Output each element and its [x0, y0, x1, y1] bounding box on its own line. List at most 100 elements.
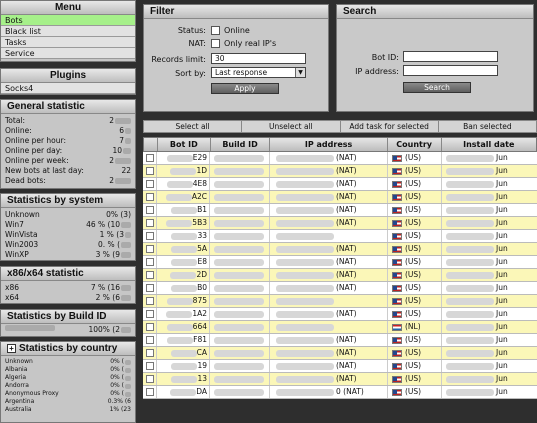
bot-id-cell[interactable]: E29	[157, 152, 210, 164]
row-checkbox[interactable]	[146, 219, 154, 227]
bot-id-cell[interactable]: F81	[157, 334, 210, 346]
table-row[interactable]: 1D (NAT) (US) Jun	[143, 165, 537, 178]
table-row[interactable]: 1A2 (NAT) (US) Jun	[143, 308, 537, 321]
table-row[interactable]: CA (NAT) (US) Jun	[143, 347, 537, 360]
bot-id-cell[interactable]: B0	[157, 282, 210, 294]
ip-address-header[interactable]: IP address	[270, 138, 388, 151]
country-cell: (US)	[388, 347, 442, 359]
filter-panel: Filter Status: Online NAT: Only real IP'…	[143, 4, 329, 112]
bot-id-cell[interactable]: 1A2	[157, 308, 210, 320]
ip-address-cell: (NAT)	[270, 178, 388, 190]
bot-id-cell[interactable]: 2D	[157, 269, 210, 281]
bot-id-cell[interactable]: 664	[157, 321, 210, 333]
table-row[interactable]: 13 (NAT) (US) Jun	[143, 373, 537, 386]
row-checkbox[interactable]	[146, 245, 154, 253]
sort-by-select[interactable]: Last response ▼	[211, 67, 306, 78]
expand-icon[interactable]: +	[7, 344, 16, 353]
country-cell: (US)	[388, 152, 442, 164]
row-checkbox[interactable]	[146, 388, 154, 396]
bot-id-cell[interactable]: 13	[157, 373, 210, 385]
row-checkbox[interactable]	[146, 336, 154, 344]
table-row[interactable]: E8 (NAT) (US) Jun	[143, 256, 537, 269]
menu-title: Menu	[1, 1, 135, 15]
row-checkbox[interactable]	[146, 362, 154, 370]
row-checkbox[interactable]	[146, 375, 154, 383]
apply-button[interactable]: Apply	[211, 83, 279, 94]
table-row[interactable]: F81 (NAT) (US) Jun	[143, 334, 537, 347]
table-row[interactable]: 33 (US) Jun	[143, 230, 537, 243]
table-row[interactable]: A2C (NAT) (US) Jun	[143, 191, 537, 204]
table-row[interactable]: 5A (NAT) (US) Jun	[143, 243, 537, 256]
stat-row: Online per week: 2	[1, 156, 135, 166]
table-row[interactable]: 4E8 (NAT) (US) Jun	[143, 178, 537, 191]
menu-item-black-list[interactable]: Black list	[1, 26, 135, 37]
row-checkbox[interactable]	[146, 206, 154, 214]
table-row[interactable]: 5B3 (NAT) (US) Jun	[143, 217, 537, 230]
bot-id-cell[interactable]: CA	[157, 347, 210, 359]
table-row[interactable]: E29 (NAT) (US) Jun	[143, 152, 537, 165]
table-row[interactable]: B1 (NAT) (US) Jun	[143, 204, 537, 217]
menu-item-tasks[interactable]: Tasks	[1, 37, 135, 48]
plugin-item-socks4[interactable]: Socks4	[1, 83, 135, 94]
bot-id-cell[interactable]: 4E8	[157, 178, 210, 190]
real-ip-checkbox[interactable]	[211, 39, 220, 48]
row-checkbox[interactable]	[146, 310, 154, 318]
bot-id-cell[interactable]: E8	[157, 256, 210, 268]
table-row[interactable]: 875 (US) Jun	[143, 295, 537, 308]
online-label: Online	[224, 26, 250, 35]
records-limit-input[interactable]: 30	[211, 53, 306, 64]
us-flag-icon	[392, 375, 402, 383]
ip-address-input[interactable]	[403, 65, 498, 76]
install-date-header[interactable]: Install date	[442, 138, 537, 151]
row-checkbox[interactable]	[146, 180, 154, 188]
menu-item-bots[interactable]: Bots	[1, 15, 135, 26]
select-all-button[interactable]: Select all	[144, 121, 243, 132]
stat-row: Andorra 0% (	[1, 382, 135, 390]
row-checkbox[interactable]	[146, 271, 154, 279]
nl-flag-icon	[392, 323, 402, 331]
search-button[interactable]: Search	[403, 82, 471, 93]
row-checkbox[interactable]	[146, 297, 154, 305]
table-row[interactable]: 19 (NAT) (US) Jun	[143, 360, 537, 373]
row-checkbox[interactable]	[146, 154, 154, 162]
bot-id-cell[interactable]: A2C	[157, 191, 210, 203]
bot-id-cell[interactable]: DA	[157, 386, 210, 398]
bot-id-cell[interactable]: 5A	[157, 243, 210, 255]
ip-address-cell: (NAT)	[270, 308, 388, 320]
menu-item-service[interactable]: Service	[1, 48, 135, 59]
build-id-cell	[210, 334, 270, 346]
online-checkbox[interactable]	[211, 26, 220, 35]
table-row[interactable]: 2D (NAT) (US) Jun	[143, 269, 537, 282]
install-date-cell: Jun	[442, 373, 537, 385]
add-task-button[interactable]: Add task for selected	[341, 121, 439, 132]
unselect-all-button[interactable]: Unselect all	[242, 121, 341, 132]
table-row[interactable]: 664 (NL) Jun	[143, 321, 537, 334]
build-id-header[interactable]: Build ID	[211, 138, 271, 151]
row-checkbox[interactable]	[146, 349, 154, 357]
table-row[interactable]: DA 0 (NAT) (US) Jun	[143, 386, 537, 399]
row-checkbox[interactable]	[146, 167, 154, 175]
row-checkbox[interactable]	[146, 193, 154, 201]
country-cell: (US)	[388, 191, 442, 203]
bot-id-cell[interactable]: 19	[157, 360, 210, 372]
bot-id-cell[interactable]: 875	[157, 295, 210, 307]
bot-id-header[interactable]: Bot ID	[158, 138, 211, 151]
ban-selected-button[interactable]: Ban selected	[439, 121, 536, 132]
row-checkbox[interactable]	[146, 284, 154, 292]
bot-id-cell[interactable]: 33	[157, 230, 210, 242]
row-checkbox[interactable]	[146, 323, 154, 331]
build-id-cell	[210, 191, 270, 203]
bot-id-input[interactable]	[403, 51, 498, 62]
row-checkbox[interactable]	[146, 258, 154, 266]
ip-address-cell: (NAT)	[270, 243, 388, 255]
bot-id-cell[interactable]: 1D	[157, 165, 210, 177]
table-row[interactable]: B0 (NAT) (US) Jun	[143, 282, 537, 295]
bot-id-cell[interactable]: B1	[157, 204, 210, 216]
chevron-down-icon[interactable]: ▼	[295, 68, 305, 77]
country-header[interactable]: Country	[388, 138, 442, 151]
bot-id-cell[interactable]: 5B3	[157, 217, 210, 229]
row-select-cell	[143, 269, 157, 281]
country-cell: (US)	[388, 360, 442, 372]
row-checkbox[interactable]	[146, 232, 154, 240]
build-id-cell	[210, 321, 270, 333]
